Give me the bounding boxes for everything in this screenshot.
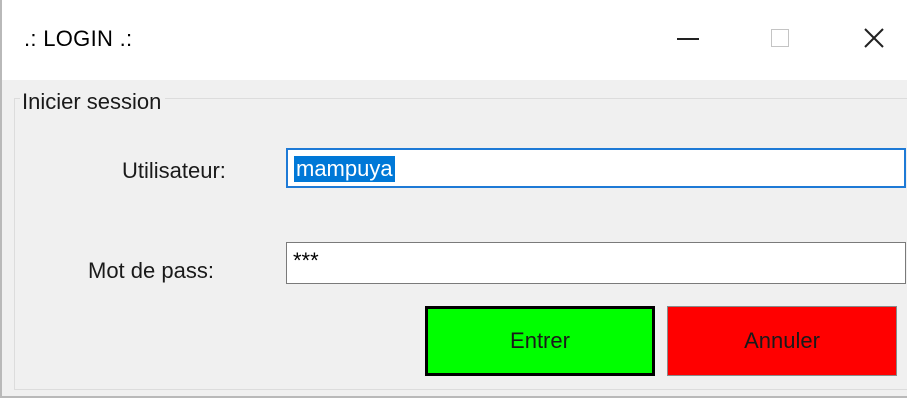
- minimize-button[interactable]: [658, 8, 718, 68]
- username-value: mampuya: [294, 156, 395, 182]
- minimize-icon: [677, 38, 699, 40]
- title-bar[interactable]: .: LOGIN .:: [2, 0, 907, 80]
- maximize-button[interactable]: [750, 8, 810, 68]
- login-window: .: LOGIN .: Inicier session Utilisateur:…: [0, 0, 907, 398]
- cancel-button-label: Annuler: [744, 328, 820, 353]
- enter-button-label: Entrer: [510, 328, 570, 353]
- maximize-icon: [771, 29, 789, 47]
- username-label: Utilisateur:: [122, 158, 226, 183]
- enter-button[interactable]: Entrer: [425, 306, 655, 376]
- cancel-button[interactable]: Annuler: [667, 306, 897, 376]
- close-button[interactable]: [844, 8, 904, 68]
- groupbox-legend: Inicier session: [20, 89, 166, 115]
- password-value: ***: [293, 248, 319, 273]
- close-icon: [864, 28, 884, 48]
- window-title: .: LOGIN .:: [24, 26, 133, 51]
- password-input[interactable]: ***: [286, 242, 906, 284]
- password-label: Mot de pass:: [88, 258, 214, 283]
- username-input[interactable]: mampuya: [286, 148, 906, 188]
